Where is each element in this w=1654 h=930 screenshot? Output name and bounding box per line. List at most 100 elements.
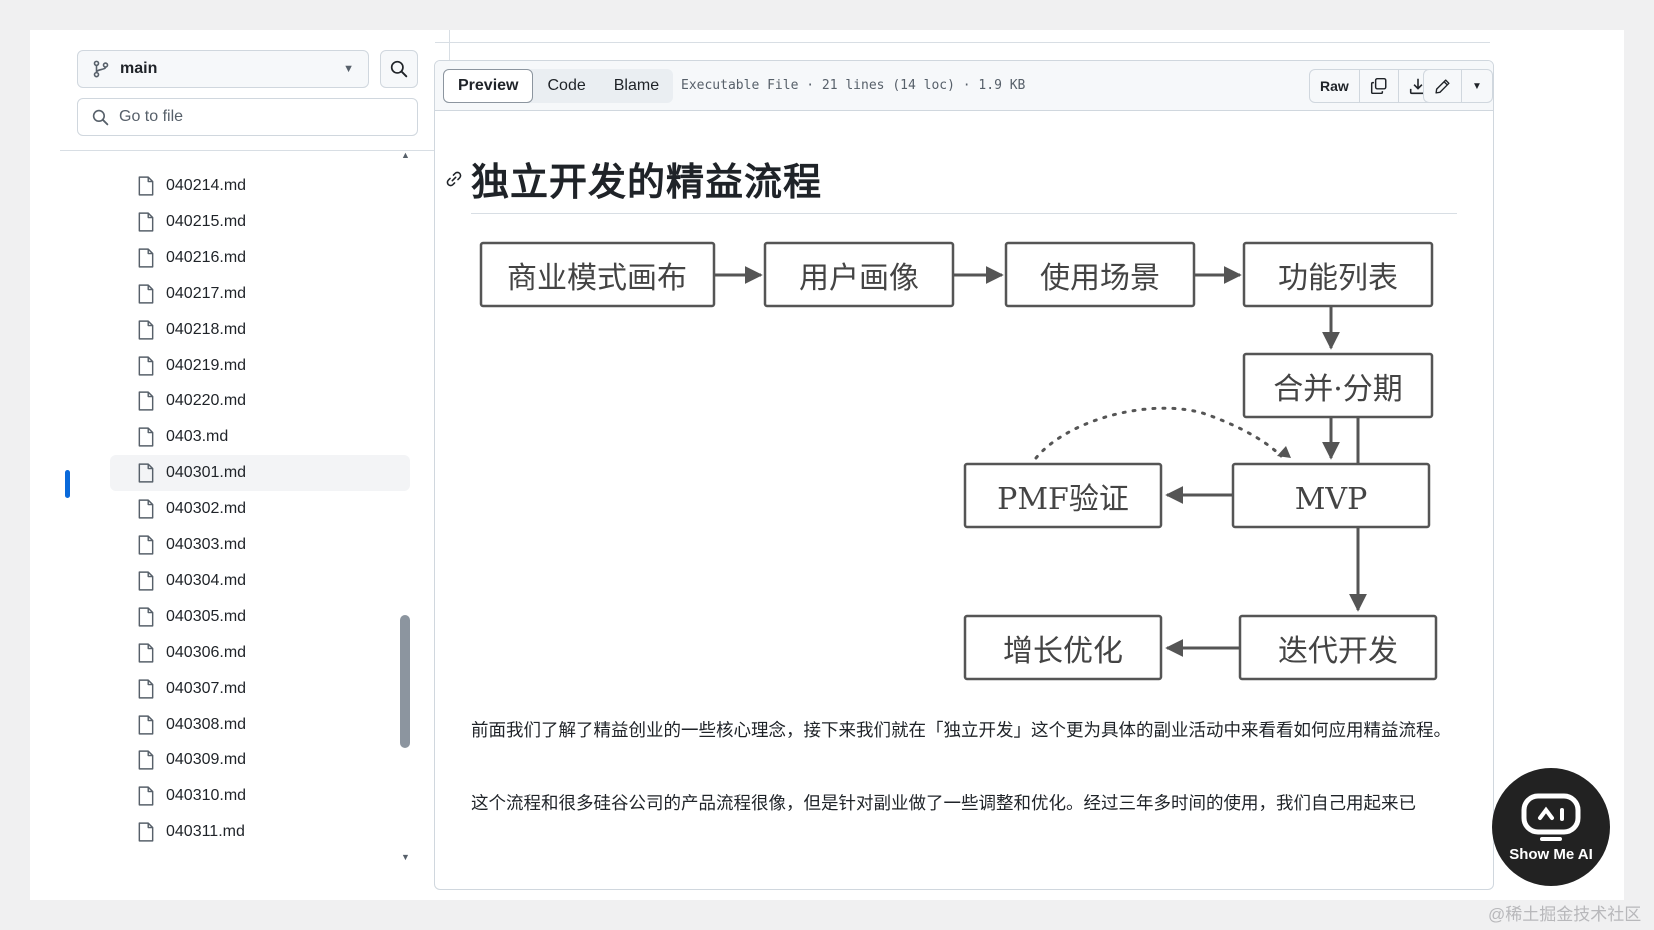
arrowhead-feedback (1277, 446, 1291, 458)
more-edit-options-button[interactable]: ▼ (1462, 70, 1492, 102)
box-label: PMF验证 (997, 482, 1129, 517)
go-to-file-input[interactable] (119, 108, 403, 126)
box-label: 合并·分期 (1273, 372, 1403, 407)
file-icon (138, 750, 154, 771)
heading-rule (471, 213, 1457, 214)
selected-file-indicator (65, 470, 70, 498)
file-item[interactable]: 040215.md (110, 204, 410, 240)
file-item[interactable]: 040302.md (110, 491, 410, 527)
file-name: 040306.md (166, 643, 247, 661)
file-icon (138, 212, 154, 232)
robot-icon (1521, 793, 1581, 841)
file-name: 040219.md (166, 356, 247, 374)
tab-preview[interactable]: Preview (443, 69, 534, 103)
chevron-down-icon: ▼ (1472, 80, 1482, 92)
paragraph-intro: 前面我们了解了精益创业的一些核心理念，接下来我们就在「独立开发」这个更为具体的副… (471, 720, 1451, 740)
file-name: 0403.md (166, 428, 229, 446)
search-icon (390, 60, 408, 78)
badge-label: Show Me AI (1509, 845, 1593, 863)
file-item[interactable]: 040309.md (110, 742, 410, 778)
scroll-up-arrow[interactable]: ▲ (401, 150, 410, 160)
link-icon[interactable] (445, 170, 463, 188)
flow-box-use-scenario: 使用场景 (1004, 241, 1196, 308)
file-icon (138, 427, 154, 447)
file-name: 040301.md (166, 464, 247, 482)
file-item[interactable]: 040217.md (110, 276, 410, 312)
lean-process-flowchart: 商业模式画布 用户画像 使用场景 功能列表 合并·分期 PMF验证 MVP 增长… (479, 241, 1438, 681)
file-name: 040305.md (166, 607, 247, 625)
file-name: 040216.md (166, 248, 247, 266)
file-icon (138, 571, 154, 591)
file-item[interactable]: 040311.md (110, 814, 410, 850)
file-item[interactable]: 040216.md (110, 240, 410, 276)
file-item[interactable]: 040301.md (110, 455, 410, 492)
tab-code[interactable]: Code (533, 69, 599, 103)
file-icon (138, 248, 154, 268)
file-name: 040304.md (166, 571, 247, 589)
flow-box-merge-phase: 合并·分期 (1242, 352, 1434, 419)
file-item[interactable]: 040304.md (110, 563, 410, 599)
branch-name: main (120, 60, 158, 77)
file-icon (138, 822, 154, 842)
tab-blame[interactable]: Blame (600, 69, 673, 103)
file-item[interactable]: 040303.md (110, 527, 410, 563)
box-label: 迭代开发 (1278, 634, 1398, 669)
file-item[interactable]: 040308.md (110, 707, 410, 743)
file-name: 040310.md (166, 787, 247, 805)
search-icon (92, 109, 109, 125)
file-name: 040217.md (166, 284, 247, 302)
screen-frame: main ▼ 040214.md 040215.md 040216.md 040217… (30, 30, 1624, 900)
page-title: 独立开发的精益流程 (471, 162, 823, 204)
view-mode-tabs: Preview Code Blame (443, 69, 674, 103)
file-item[interactable]: 040219.md (110, 348, 410, 384)
file-item[interactable]: 040306.md (110, 635, 410, 671)
file-item[interactable]: 040220.md (110, 383, 410, 419)
copy-raw-button[interactable] (1360, 70, 1399, 102)
file-info: Executable File · 21 lines (14 loc) · 1.… (681, 78, 1026, 93)
scrollbar-thumb[interactable] (400, 615, 410, 748)
markdown-preview: 独立开发的精益流程 商业模式画布 用户画像 使用场景 功能列表 合并·分期 PM… (435, 111, 1493, 889)
file-toolbar: Preview Code Blame Executable File · 21 … (435, 61, 1493, 111)
file-icon (138, 284, 154, 304)
file-tree-sidebar: main ▼ 040214.md 040215.md 040216.md 040217… (30, 30, 450, 885)
pencil-icon (1435, 78, 1450, 94)
file-item[interactable]: 0403.md (110, 419, 410, 455)
file-item[interactable]: 040307.md (110, 671, 410, 707)
flow-box-user-persona: 用户画像 (763, 241, 955, 308)
file-name: 040303.md (166, 536, 247, 553)
file-icon (138, 678, 154, 699)
copy-icon (1370, 77, 1387, 95)
edit-group: ▼ (1423, 69, 1493, 103)
file-name: 040218.md (166, 320, 247, 338)
paragraph-process: 这个流程和很多硅谷公司的产品流程很像，但是针对副业做了一些调整和优化。经过三年多… (471, 793, 1416, 813)
box-label: 增长优化 (1003, 634, 1123, 669)
show-me-ai-badge[interactable]: Show Me AI (1492, 768, 1610, 886)
box-label: 功能列表 (1278, 261, 1398, 296)
file-icon (138, 499, 154, 519)
file-icon (138, 786, 154, 806)
file-name: 040215.md (166, 212, 247, 230)
scroll-down-arrow[interactable]: ▼ (401, 852, 410, 862)
file-icon (138, 355, 154, 376)
search-files-button[interactable] (380, 50, 418, 88)
file-icon (138, 643, 154, 663)
file-name: 040302.md (166, 500, 247, 518)
file-name: 040308.md (166, 715, 247, 733)
file-name: 040214.md (166, 177, 247, 194)
box-label: 商业模式画布 (507, 261, 687, 296)
file-item[interactable]: 040310.md (110, 778, 410, 814)
file-item[interactable]: 040214.md (110, 168, 410, 204)
file-name: 040220.md (166, 392, 247, 410)
branch-selector-button[interactable]: main ▼ (77, 50, 369, 88)
file-viewer: Preview Code Blame Executable File · 21 … (434, 60, 1494, 890)
file-icon (138, 714, 154, 735)
raw-button[interactable]: Raw (1310, 70, 1360, 102)
flow-box-mvp: MVP (1231, 462, 1431, 529)
file-name: 040311.md (166, 823, 245, 841)
file-item[interactable]: 040305.md (110, 599, 410, 635)
edit-file-button[interactable] (1424, 70, 1462, 102)
file-name: 040309.md (166, 751, 247, 769)
file-item[interactable]: 040218.md (110, 312, 410, 348)
file-name: 040307.md (166, 679, 247, 697)
file-icon (138, 319, 154, 340)
